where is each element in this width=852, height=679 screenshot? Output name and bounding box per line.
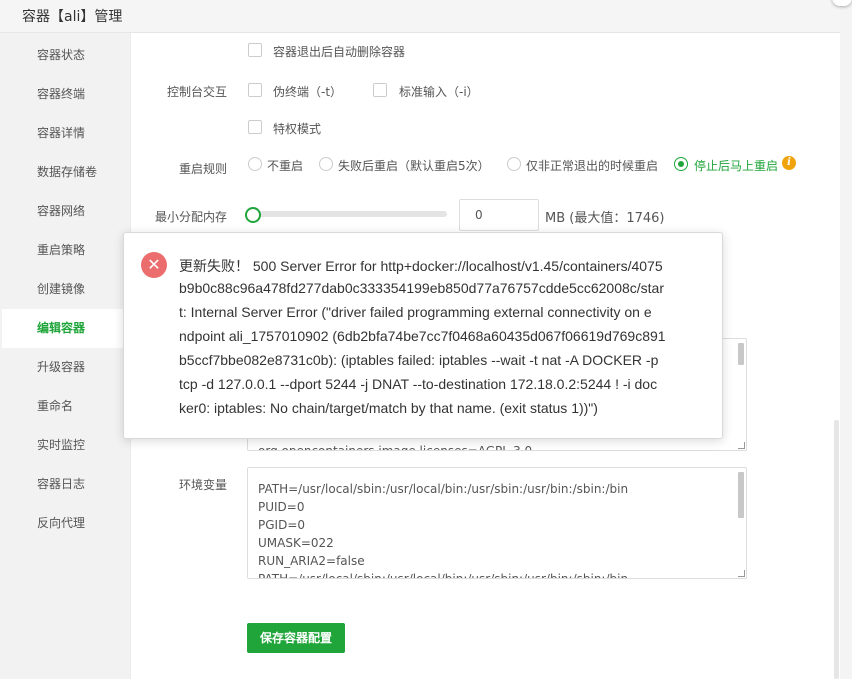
sidebar-item-create-image[interactable]: 创建镜像: [2, 270, 131, 309]
memory-label: 最小分配内存: [154, 210, 227, 224]
env-lines: PATH=/usr/local/sbin:/usr/local/bin:/usr…: [258, 480, 629, 579]
restart-always-radio[interactable]: [674, 157, 688, 171]
restart-no-label: 不重启: [267, 159, 304, 173]
env-resize-grip[interactable]: [738, 570, 745, 577]
restart-on-failure-radio[interactable]: [319, 157, 333, 171]
error-message-line: b9b0c88c96a478fd277dab0c333354199eb850d7…: [179, 280, 664, 296]
memory-slider-handle[interactable]: [245, 207, 261, 223]
env-line: RUN_ARIA2=false: [258, 554, 365, 568]
window-title: 容器【ali】管理: [22, 9, 123, 25]
memory-unit: MB (最大值：1746): [545, 211, 665, 226]
restart-no-radio[interactable]: [248, 157, 262, 171]
sidebar-item-volumes[interactable]: 数据存储卷: [2, 153, 131, 192]
restart-unless-stopped-label: 仅非正常退出的时候重启: [526, 159, 659, 173]
sidebar-item-status[interactable]: 容器状态: [2, 36, 131, 75]
sidebar-item-rename[interactable]: 重命名: [2, 387, 131, 426]
sidebar-item-logs[interactable]: 容器日志: [2, 465, 131, 504]
privileged-label: 特权模式: [273, 122, 322, 136]
sidebar-item-monitor[interactable]: 实时监控: [2, 426, 131, 465]
tty-label: 伪终端（-t）: [273, 85, 343, 99]
error-icon: ✕: [141, 252, 167, 278]
sidebar: 容器状态 容器终端 容器详情 数据存储卷 容器网络 重启策略 创建镜像 编辑容器…: [0, 33, 131, 679]
sidebar-item-network[interactable]: 容器网络: [2, 192, 131, 231]
sidebar-item-reverse-proxy[interactable]: 反向代理: [2, 504, 131, 543]
env-line: PGID=0: [258, 518, 306, 532]
env-line: UMASK=022: [258, 536, 334, 550]
labels-line: org.opencontainers.image.licenses=AGPL-3…: [258, 444, 533, 451]
stdin-label: 标准输入（-i）: [399, 85, 479, 99]
env-line: PATH=/usr/local/sbin:/usr/local/bin:/usr…: [258, 572, 629, 579]
memory-slider-track[interactable]: [254, 211, 447, 217]
env-textarea[interactable]: PATH=/usr/local/sbin:/usr/local/bin:/usr…: [247, 467, 747, 579]
info-icon[interactable]: i: [782, 156, 796, 170]
env-line: PUID=0: [258, 500, 305, 514]
restart-on-failure-label: 失败后重启（默认重启5次）: [338, 159, 490, 173]
sidebar-item-restart-policy[interactable]: 重启策略: [2, 231, 131, 270]
error-toast: ✕ 更新失败！ 500 Server Error for http+docker…: [123, 232, 723, 439]
auto-remove-checkbox[interactable]: [248, 43, 262, 57]
restart-label: 重启规则: [178, 162, 227, 176]
console-label: 控制台交互: [166, 85, 227, 99]
env-label: 环境变量: [178, 478, 227, 492]
container-manage-window: 容器【ali】管理 容器状态 容器终端 容器详情 数据存储卷 容器网络 重启策略…: [0, 0, 840, 679]
auto-remove-label: 容器退出后自动删除容器: [273, 45, 406, 59]
env-line: PATH=/usr/local/sbin:/usr/local/bin:/usr…: [258, 482, 629, 496]
error-message-line: t: Internal Server Error ("driver failed…: [179, 304, 652, 320]
labels-scroll-thumb[interactable]: [738, 343, 744, 365]
window-titlebar: 容器【ali】管理: [0, 0, 840, 33]
error-message-line: b5ccf7bbe082e8731c0b): (iptables failed:…: [179, 352, 659, 368]
error-message-line: 更新失败！ 500 Server Error for http+docker:/…: [179, 258, 663, 274]
memory-input[interactable]: 0: [459, 199, 539, 231]
error-message-line: ker0: iptables: No chain/target/match by…: [179, 400, 598, 416]
stdin-checkbox[interactable]: [373, 83, 387, 97]
privileged-checkbox[interactable]: [248, 120, 262, 134]
sidebar-item-upgrade[interactable]: 升级容器: [2, 348, 131, 387]
sidebar-item-details[interactable]: 容器详情: [2, 114, 131, 153]
labels-resize-grip[interactable]: [738, 442, 745, 449]
error-message-line: tcp -d 127.0.0.1 --dport 5244 -j DNAT --…: [179, 376, 658, 392]
restart-unless-stopped-radio[interactable]: [507, 157, 521, 171]
error-message-line: ndpoint ali_1757010902 (6db2bfa74be7cc7f…: [179, 328, 666, 344]
save-config-button[interactable]: 保存容器配置: [247, 623, 345, 653]
sidebar-item-terminal[interactable]: 容器终端: [2, 75, 131, 114]
tty-checkbox[interactable]: [248, 83, 262, 97]
sidebar-item-edit-container[interactable]: 编辑容器: [2, 309, 131, 348]
env-scroll-thumb[interactable]: [738, 472, 744, 518]
form-scrollbar[interactable]: [834, 420, 839, 679]
restart-always-label: 停止后马上重启: [694, 159, 779, 173]
